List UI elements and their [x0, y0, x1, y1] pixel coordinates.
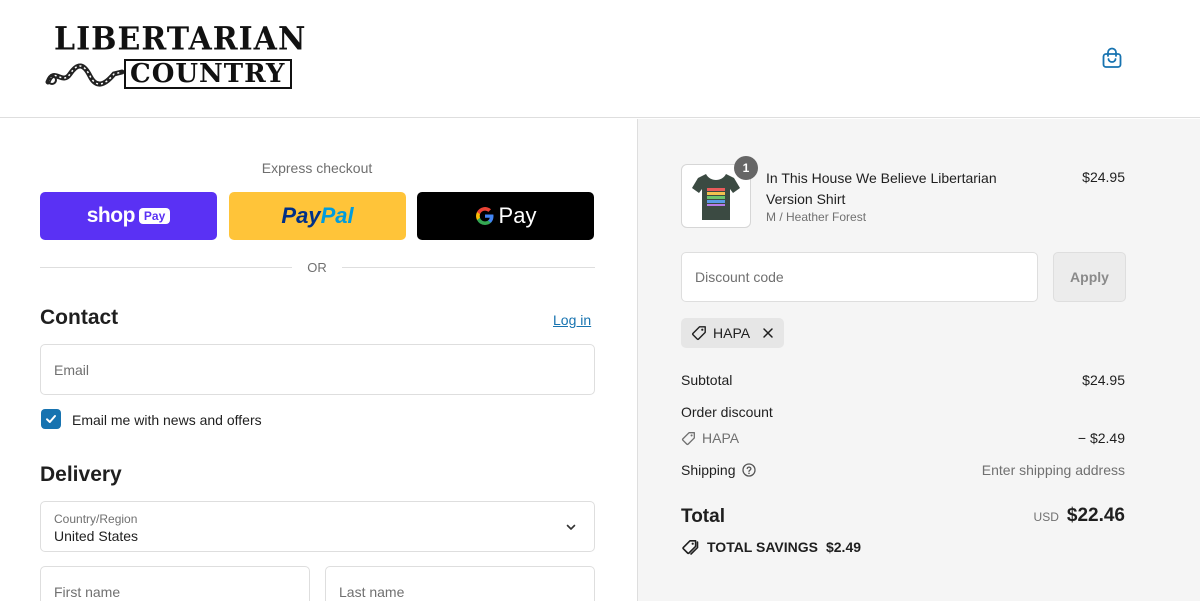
total-savings: TOTAL SAVINGS $2.49 — [681, 539, 861, 555]
or-divider-text: OR — [307, 260, 327, 275]
last-name-field-wrapper — [325, 566, 595, 601]
first-name-field[interactable] — [41, 567, 309, 601]
apply-discount-button[interactable]: Apply — [1053, 252, 1126, 302]
cart-button[interactable] — [1098, 44, 1126, 72]
tshirt-icon — [692, 174, 740, 220]
contact-title: Contact — [40, 306, 119, 329]
login-link[interactable]: Log in — [553, 312, 591, 328]
newsletter-checkbox[interactable] — [41, 409, 61, 429]
email-field-wrapper — [40, 344, 595, 395]
google-g-icon — [475, 207, 494, 225]
express-checkout-title: Express checkout — [261, 160, 373, 176]
savings-label: TOTAL SAVINGS — [707, 539, 818, 555]
shipping-value: Enter shipping address — [981, 462, 1125, 478]
logo-line-2: COUNTRY — [124, 59, 292, 89]
help-circle-icon[interactable] — [741, 463, 756, 477]
total-currency: USD — [1033, 510, 1059, 524]
close-icon — [763, 328, 773, 338]
country-select[interactable]: Country/Region United States — [40, 501, 595, 552]
discount-code-field[interactable] — [682, 253, 1037, 301]
country-label: Country/Region — [54, 512, 138, 526]
applied-discount-code: HAPA — [713, 325, 751, 341]
google-pay-word: Pay — [498, 203, 537, 228]
product-price: $24.95 — [1082, 169, 1125, 185]
discount-code-row: HAPA — [681, 430, 739, 446]
shop-pay-button[interactable]: shop Pay — [40, 192, 217, 240]
delivery-title: Delivery — [40, 463, 122, 486]
savings-value: $2.49 — [825, 539, 862, 555]
total-amount: USD $22.46 — [1034, 505, 1125, 527]
shop-pay-word: shop — [86, 204, 136, 227]
chevron-down-icon — [566, 524, 576, 530]
checkout-form: Express checkout shop Pay PayPal Pay OR … — [0, 119, 637, 601]
tag-icon — [692, 326, 706, 340]
shopping-bag-icon — [1102, 47, 1122, 68]
first-name-field-wrapper — [40, 566, 310, 601]
tag-icon — [681, 431, 695, 445]
snake-icon — [45, 63, 124, 87]
order-summary: 1 In This House We Believe Libertarian V… — [637, 119, 1200, 601]
subtotal-label: Subtotal — [681, 372, 733, 388]
store-logo[interactable]: LIBERTARIAN COUNTRY — [44, 21, 305, 92]
product-variant: M / Heather Forest — [766, 210, 867, 224]
discount-value: − $2.49 — [1077, 430, 1125, 446]
google-pay-button[interactable]: Pay — [417, 192, 594, 240]
remove-discount-button[interactable] — [762, 327, 774, 339]
total-value: $22.46 — [1066, 505, 1125, 526]
newsletter-label: Email me with news and offers — [72, 412, 262, 428]
logo-line-1: LIBERTARIAN — [54, 21, 307, 58]
divider-right — [342, 267, 595, 268]
product-name: In This House We Believe Libertarian Ver… — [766, 170, 997, 207]
quantity-badge: 1 — [734, 156, 758, 180]
savings-tag-icon — [682, 540, 699, 555]
discount-field-wrapper — [681, 252, 1038, 302]
paypal-button[interactable]: PayPal — [229, 192, 406, 240]
header: LIBERTARIAN COUNTRY — [0, 0, 1200, 118]
checkmark-icon — [46, 415, 56, 423]
subtotal-value: $24.95 — [1082, 372, 1125, 388]
google-pay-logo: Pay — [475, 203, 537, 229]
paypal-logo: PayPal — [281, 203, 354, 228]
country-value: United States — [54, 528, 139, 544]
shop-pay-pill: Pay — [138, 208, 171, 224]
discount-code-name: HAPA — [702, 430, 740, 446]
divider-left — [40, 267, 292, 268]
shipping-label: Shipping — [681, 462, 736, 478]
total-label: Total — [681, 506, 725, 527]
order-discount-label: Order discount — [681, 404, 773, 420]
shipping-row: Shipping — [681, 462, 756, 478]
applied-discount-chip: HAPA — [681, 318, 785, 348]
last-name-field[interactable] — [326, 567, 594, 601]
email-field[interactable] — [41, 345, 594, 394]
